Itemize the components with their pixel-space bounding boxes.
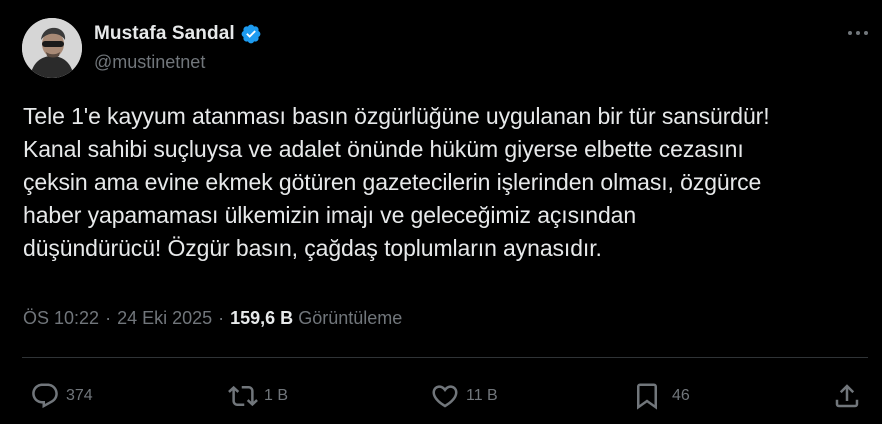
like-button[interactable]: 11 B bbox=[430, 374, 498, 418]
bookmark-icon bbox=[632, 381, 662, 411]
reply-count: 374 bbox=[66, 387, 93, 404]
tweet-time[interactable]: ÖS 10:22 bbox=[23, 308, 99, 329]
author-name-row: Mustafa Sandal bbox=[94, 22, 262, 46]
views-count[interactable]: 159,6 B bbox=[230, 308, 293, 329]
author-display-name[interactable]: Mustafa Sandal bbox=[94, 23, 235, 45]
meta-separator: · bbox=[218, 308, 225, 328]
verified-badge-icon[interactable] bbox=[240, 23, 262, 45]
repost-button[interactable]: 1 B bbox=[228, 374, 288, 418]
tweet-meta: ÖS 10:22 · 24 Eki 2025 · 159,6 B Görüntü… bbox=[23, 308, 402, 329]
share-button[interactable] bbox=[832, 374, 862, 418]
tweet-card: Mustafa Sandal @mustinetnet Tele 1'e kay… bbox=[0, 0, 882, 424]
action-bar: 374 1 B 11 B 46 bbox=[0, 374, 882, 418]
tweet-text: Tele 1'e kayyum atanması basın özgürlüğü… bbox=[23, 103, 770, 261]
bookmark-count: 46 bbox=[672, 387, 690, 404]
tweet-date[interactable]: 24 Eki 2025 bbox=[117, 308, 212, 329]
avatar[interactable] bbox=[22, 18, 82, 78]
views-label: Görüntüleme bbox=[298, 308, 403, 328]
heart-icon bbox=[430, 381, 460, 411]
author-handle[interactable]: @mustinetnet bbox=[94, 52, 205, 73]
like-count: 11 B bbox=[466, 387, 498, 404]
reply-icon bbox=[30, 381, 60, 411]
repost-icon bbox=[228, 381, 258, 411]
reply-button[interactable]: 374 bbox=[30, 374, 93, 418]
repost-count: 1 B bbox=[264, 387, 289, 404]
divider bbox=[22, 357, 868, 358]
bookmark-button[interactable]: 46 bbox=[632, 374, 690, 418]
share-icon bbox=[832, 381, 862, 411]
meta-separator: · bbox=[105, 308, 112, 328]
more-icon[interactable] bbox=[843, 22, 873, 44]
avatar-image bbox=[22, 18, 82, 78]
